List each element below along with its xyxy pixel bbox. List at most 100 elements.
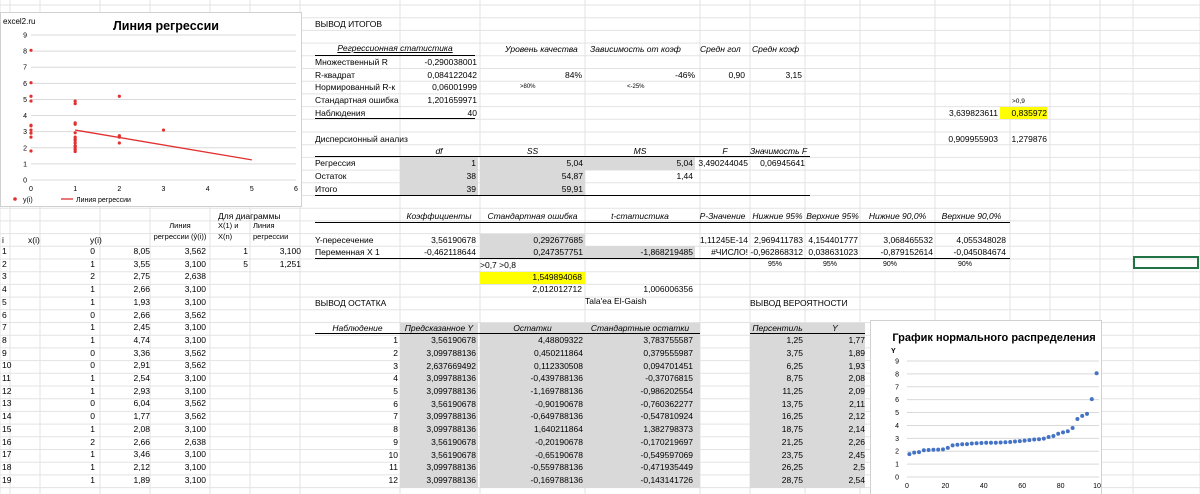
y-value[interactable]: 2,91 bbox=[100, 359, 150, 371]
residual-value[interactable]: 3,099788136 bbox=[400, 461, 476, 473]
y-value[interactable]: 2,54 bbox=[100, 372, 150, 384]
coef-value[interactable]: 0,247357751 bbox=[480, 246, 583, 258]
residual-value[interactable]: 7 bbox=[315, 410, 398, 422]
regstat-value[interactable]: -0,290038001 bbox=[402, 56, 477, 68]
coef-column-header[interactable]: Коэффициенты bbox=[400, 210, 478, 222]
y-value[interactable]: 3,46 bbox=[100, 448, 150, 460]
anova-value[interactable] bbox=[750, 183, 805, 195]
regression-value[interactable]: 3,100 bbox=[150, 321, 206, 333]
column-header[interactable]: Линия регрессии bbox=[253, 220, 293, 242]
residual-value[interactable]: -0,549597069 bbox=[585, 449, 693, 461]
probability-y-value[interactable]: 2,14 bbox=[805, 423, 865, 435]
row-index[interactable]: 16 bbox=[2, 436, 22, 448]
row-index[interactable]: 2 bbox=[2, 258, 22, 270]
probability-y-value[interactable]: 2,11 bbox=[805, 398, 865, 410]
residual-value[interactable]: -0,20190678 bbox=[480, 436, 583, 448]
anova-value[interactable]: 5,04 bbox=[585, 157, 693, 169]
confidence-label[interactable]: 90% bbox=[870, 259, 910, 271]
x-value[interactable]: 0 bbox=[40, 410, 95, 422]
coef-value[interactable]: -0,879152614 bbox=[860, 246, 933, 258]
y-value[interactable]: 2,66 bbox=[100, 309, 150, 321]
note-value[interactable]: 1,549894068 bbox=[480, 271, 582, 283]
column-header[interactable]: Линия регрессии (ŷ(i)) bbox=[145, 220, 215, 242]
y-value[interactable]: 1,77 bbox=[100, 410, 150, 422]
y-value[interactable]: 2,75 bbox=[100, 270, 150, 282]
anova-value[interactable]: 3,490244045 bbox=[695, 157, 748, 169]
anova-header[interactable]: Дисперсионный анализ bbox=[315, 133, 435, 145]
residual-value[interactable]: 12 bbox=[315, 474, 398, 486]
x-value[interactable]: 0 bbox=[40, 245, 95, 257]
residual-value[interactable]: 3,56190678 bbox=[400, 436, 476, 448]
residual-value[interactable]: -0,986202554 bbox=[585, 385, 693, 397]
percentile-value[interactable]: 21,25 bbox=[750, 436, 803, 448]
x-value[interactable]: 0 bbox=[40, 309, 95, 321]
regression-chart[interactable]: excel2.ru Линия регрессии 0 1 2 3 4 5 6 7 8 9 0 1 2 3 4 5… bbox=[0, 12, 302, 207]
regression-value[interactable]: 3,100 bbox=[150, 296, 206, 308]
residual-value[interactable]: -0,559788136 bbox=[480, 461, 583, 473]
threshold-note[interactable]: <-25% bbox=[627, 81, 667, 93]
probability-y-value[interactable]: 1,77 bbox=[805, 334, 865, 346]
quality-header[interactable]: Средн коэф bbox=[752, 43, 862, 55]
row-index[interactable]: 7 bbox=[2, 321, 22, 333]
anova-value[interactable] bbox=[750, 170, 805, 182]
anova-column-header[interactable]: SS bbox=[480, 145, 585, 157]
y-value[interactable]: 2,66 bbox=[100, 436, 150, 448]
probability-y-value[interactable]: 2,26 bbox=[805, 436, 865, 448]
row-index[interactable]: 10 bbox=[2, 359, 22, 371]
y-value[interactable]: 2,93 bbox=[100, 385, 150, 397]
probability-y-value[interactable]: 1,89 bbox=[805, 347, 865, 359]
regression-value[interactable]: 3,562 bbox=[150, 245, 206, 257]
x-value[interactable]: 1 bbox=[40, 423, 95, 435]
anova-column-header[interactable]: df bbox=[400, 145, 478, 157]
coef-row-label[interactable]: Y-пересечение bbox=[315, 234, 400, 246]
anova-row-label[interactable]: Итого bbox=[315, 183, 395, 195]
row-index[interactable]: 15 bbox=[2, 423, 22, 435]
residual-value[interactable]: -0,90190678 bbox=[480, 398, 583, 410]
anova-value[interactable]: 1,44 bbox=[585, 170, 693, 182]
regstat-label[interactable]: R-квадрат bbox=[315, 69, 400, 81]
x-value[interactable]: 1 bbox=[40, 321, 95, 333]
residual-value[interactable]: 4,48809322 bbox=[480, 334, 583, 346]
residual-value[interactable]: 3,099788136 bbox=[400, 423, 476, 435]
y-value[interactable]: 1,89 bbox=[100, 474, 150, 486]
regression-value[interactable]: 3,562 bbox=[150, 347, 206, 359]
regstat-label[interactable]: Стандартная ошибка bbox=[315, 94, 400, 106]
residual-value[interactable]: 3,56190678 bbox=[400, 449, 476, 461]
y-value[interactable]: 2,66 bbox=[100, 283, 150, 295]
anova-column-header[interactable]: MS bbox=[585, 145, 695, 157]
percentile-value[interactable]: 13,75 bbox=[750, 398, 803, 410]
probability-y-value[interactable]: 2,54 bbox=[805, 474, 865, 486]
coef-value[interactable]: 4,154401777 bbox=[805, 234, 858, 246]
residual-value[interactable]: 3,099788136 bbox=[400, 347, 476, 359]
row-index[interactable]: 13 bbox=[2, 397, 22, 409]
residual-value[interactable]: 3,56190678 bbox=[400, 334, 476, 346]
coef-column-header[interactable]: Стандартная ошибка bbox=[480, 210, 585, 222]
coef-value[interactable]: 2,969411783 bbox=[750, 234, 803, 246]
residual-value[interactable]: 2,637669492 bbox=[400, 360, 476, 372]
regstat-value[interactable]: 40 bbox=[402, 107, 477, 119]
percentile-value[interactable]: 11,25 bbox=[750, 385, 803, 397]
residuals-column-header[interactable]: Наблюдение bbox=[315, 322, 400, 334]
probability-y-value[interactable]: 1,93 bbox=[805, 360, 865, 372]
side-value[interactable]: 0,909955903 bbox=[935, 133, 998, 145]
chart-line-value[interactable]: 1,251 bbox=[255, 258, 301, 270]
residual-value[interactable]: -1,169788136 bbox=[480, 385, 583, 397]
x-value[interactable]: 0 bbox=[40, 359, 95, 371]
x-value[interactable]: 1 bbox=[40, 296, 95, 308]
regstat-label[interactable]: Нормированный R-к bbox=[315, 81, 400, 93]
regression-value[interactable]: 3,562 bbox=[150, 359, 206, 371]
x-value[interactable]: 2 bbox=[40, 436, 95, 448]
anova-row-label[interactable]: Остаток bbox=[315, 170, 395, 182]
residual-value[interactable]: 1 bbox=[315, 334, 398, 346]
y-value[interactable]: 3,36 bbox=[100, 347, 150, 359]
row-index[interactable]: 9 bbox=[2, 347, 22, 359]
row-index[interactable]: 8 bbox=[2, 334, 22, 346]
probability-y-value[interactable]: 2,45 bbox=[805, 449, 865, 461]
note-value[interactable]: 1,006006356 bbox=[585, 283, 693, 295]
anova-value[interactable]: 39 bbox=[400, 183, 476, 195]
residual-value[interactable]: -0,649788136 bbox=[480, 410, 583, 422]
residual-value[interactable]: 8 bbox=[315, 423, 398, 435]
coef-value[interactable]: 3,068465532 bbox=[860, 234, 933, 246]
anova-value[interactable]: 59,91 bbox=[480, 183, 583, 195]
residual-value[interactable]: 3 bbox=[315, 360, 398, 372]
